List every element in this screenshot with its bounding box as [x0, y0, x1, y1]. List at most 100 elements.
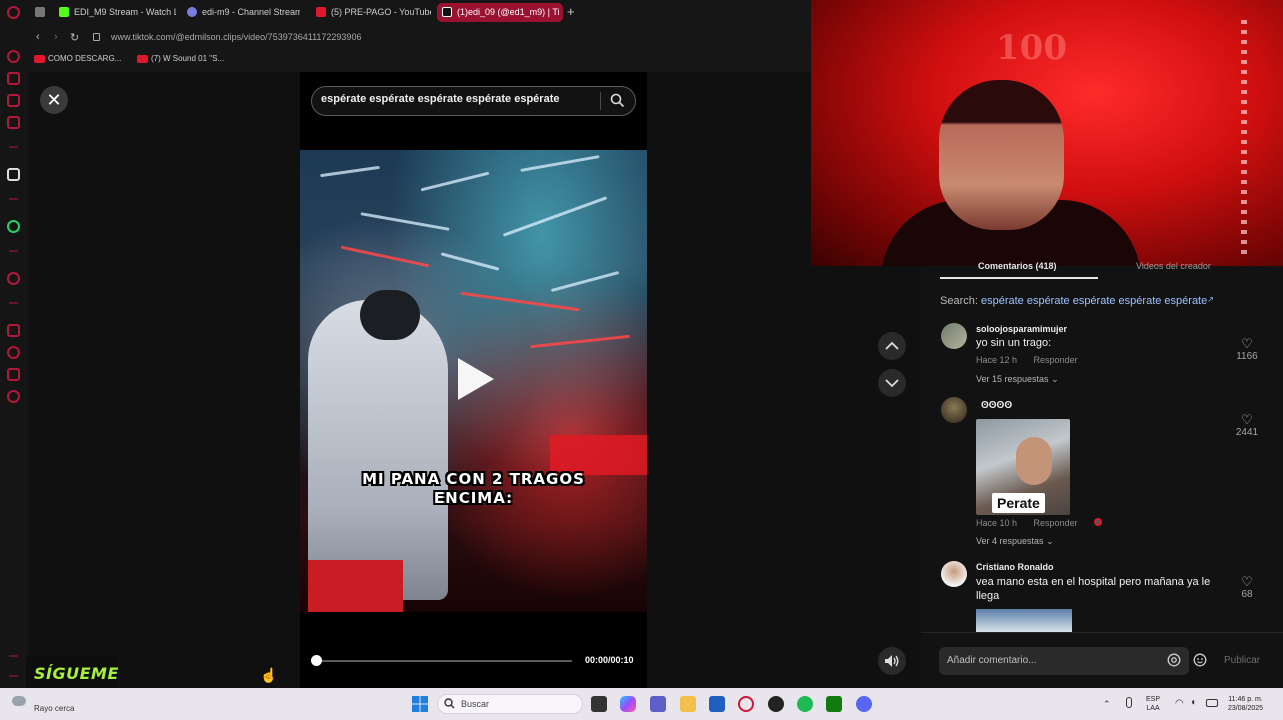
avatar[interactable] — [941, 397, 967, 423]
comment-meta: Hace 12 h Responder — [976, 355, 1078, 365]
previous-video-button[interactable] — [878, 332, 906, 360]
windows-start-icon[interactable] — [412, 696, 428, 712]
volume-button[interactable] — [878, 647, 906, 675]
lock-icon[interactable] — [93, 33, 100, 41]
hand-cursor-icon: ☝ — [260, 667, 278, 683]
speaker-icon[interactable]: ◖ — [1190, 697, 1196, 708]
bookmark-item[interactable]: COMO DESCARG... — [34, 54, 121, 63]
language-indicator[interactable]: ESP LAA — [1146, 695, 1160, 713]
teams-icon[interactable] — [650, 696, 666, 712]
weather-text[interactable]: Rayo cerca — [34, 704, 74, 713]
comment-gif[interactable]: Perate — [976, 419, 1070, 515]
whatsapp-icon[interactable] — [7, 220, 20, 233]
search-icon[interactable] — [610, 93, 625, 108]
tab-label: (1)edi_09 (@ed1_m9) | Ti — [457, 7, 560, 17]
url-field[interactable]: www.tiktok.com/@edmilson.clips/video/753… — [111, 32, 361, 42]
comment-username[interactable]: ʘʘʘʘ — [981, 400, 1012, 411]
pinboard-icon[interactable] — [7, 368, 20, 381]
like-button[interactable]: ♡ 1166 — [1232, 337, 1262, 363]
search-divider — [600, 92, 601, 110]
reload-icon[interactable]: ↻ — [70, 31, 79, 44]
spotify-icon[interactable] — [797, 696, 813, 712]
related-search[interactable]: Search: espérate espérate espérate espér… — [940, 295, 1214, 307]
taskbar-search-icon — [444, 698, 455, 709]
aria-icon[interactable] — [7, 50, 20, 63]
next-video-button[interactable] — [878, 369, 906, 397]
microphone-icon[interactable] — [1126, 697, 1132, 708]
avatar[interactable] — [941, 323, 967, 349]
taskbar-search[interactable] — [437, 694, 583, 714]
sidebar-divider — [9, 146, 18, 148]
xbox-icon[interactable] — [826, 696, 842, 712]
sidebar-divider — [9, 675, 18, 677]
chevron-down-icon: ⌄ — [1051, 374, 1059, 384]
settings-icon[interactable] — [7, 390, 20, 403]
tab-kick[interactable]: EDI_M9 Stream - Watch L — [54, 3, 176, 22]
like-button[interactable]: ♡ 68 — [1232, 574, 1262, 601]
progress-handle[interactable] — [311, 655, 322, 666]
back-icon[interactable]: ‹ — [36, 31, 40, 43]
stage-light — [440, 252, 500, 271]
like-button[interactable]: ♡ 2441 — [1232, 413, 1262, 439]
tab-label: EDI_M9 Stream - Watch L — [74, 7, 176, 17]
view-replies-button[interactable]: Ver 15 respuestas ⌄ — [976, 374, 1059, 385]
progress-bar[interactable] — [316, 660, 572, 662]
heart-icon: ♡ — [1241, 574, 1253, 589]
mention-icon[interactable] — [1167, 653, 1181, 667]
reply-button[interactable]: Responder — [1034, 355, 1078, 365]
clock[interactable]: 11:46 p. m. 23/08/2025 — [1228, 695, 1263, 713]
gif-face — [1016, 437, 1052, 485]
discord-icon[interactable] — [856, 696, 872, 712]
instagram-icon[interactable] — [7, 116, 20, 129]
new-tab-button[interactable]: + — [567, 4, 575, 19]
comment-username[interactable]: Cristiano Ronaldo — [976, 562, 1054, 572]
streamer-face — [939, 80, 1064, 230]
copilot-icon[interactable] — [620, 696, 636, 712]
comment-time: Hace 10 h — [976, 518, 1018, 528]
tab-comments[interactable]: Comentarios (418) — [978, 261, 1057, 271]
tray-chevron-icon[interactable]: ⌃ — [1103, 699, 1111, 710]
search-link[interactable]: espérate espérate espérate espérate espé… — [981, 295, 1207, 307]
tiktok-app-icon[interactable] — [7, 168, 20, 181]
weather-icon[interactable] — [12, 696, 26, 706]
video-time: 00:00/00:10 — [585, 655, 634, 665]
emoji-icon[interactable] — [1193, 653, 1207, 667]
view-replies-button[interactable]: Ver 4 respuestas ⌄ — [976, 536, 1054, 547]
extensions-icon[interactable] — [7, 324, 20, 337]
tab-channel-stream[interactable]: edi-m9 - Channel Stream — [182, 3, 300, 22]
forward-icon[interactable]: › — [54, 31, 58, 43]
opera-icon[interactable] — [738, 696, 754, 712]
like-count: 2441 — [1235, 427, 1259, 438]
player-icon[interactable] — [7, 272, 20, 285]
chevron-down-icon — [885, 379, 899, 388]
like-count: 68 — [1241, 589, 1253, 600]
play-icon[interactable] — [458, 358, 494, 400]
comment-meta: Hace 10 h Responder — [976, 518, 1103, 528]
tab-menu-glyph-icon — [35, 7, 45, 17]
editor-app-icon[interactable] — [709, 696, 725, 712]
tab-youtube[interactable]: (5) PRE-PAGO - YouTube — [311, 3, 431, 22]
history-icon[interactable] — [7, 346, 20, 359]
tab-tiktok-active[interactable]: (1)edi_09 (@ed1_m9) | Ti — [437, 3, 563, 22]
opera-logo-icon[interactable] — [7, 6, 20, 19]
comment-username[interactable]: soloojosparamimujer — [976, 324, 1067, 334]
task-view-icon[interactable] — [591, 696, 607, 712]
comment-image[interactable] — [976, 609, 1072, 632]
bookmark-item[interactable]: (7) W Sound 01 "S... — [137, 54, 224, 63]
sidebar-divider — [9, 250, 18, 252]
reply-button[interactable]: Responder — [1034, 518, 1078, 528]
tab-creator-videos[interactable]: Videos del creador — [1136, 261, 1211, 271]
tab-menu-icon[interactable] — [30, 3, 52, 22]
workspace-icon[interactable] — [7, 72, 20, 85]
wifi-icon[interactable]: ◠ — [1175, 698, 1184, 709]
close-video-button[interactable]: ✕ — [40, 86, 68, 114]
browser-sidebar — [0, 0, 28, 688]
stage-light — [550, 270, 620, 293]
obs-icon[interactable] — [768, 696, 784, 712]
battery-icon[interactable] — [1206, 699, 1218, 707]
person-head — [360, 290, 420, 340]
file-explorer-icon[interactable] — [680, 696, 696, 712]
avatar[interactable] — [941, 561, 967, 587]
publish-button[interactable]: Publicar — [1224, 655, 1260, 666]
messenger-icon[interactable] — [7, 94, 20, 107]
